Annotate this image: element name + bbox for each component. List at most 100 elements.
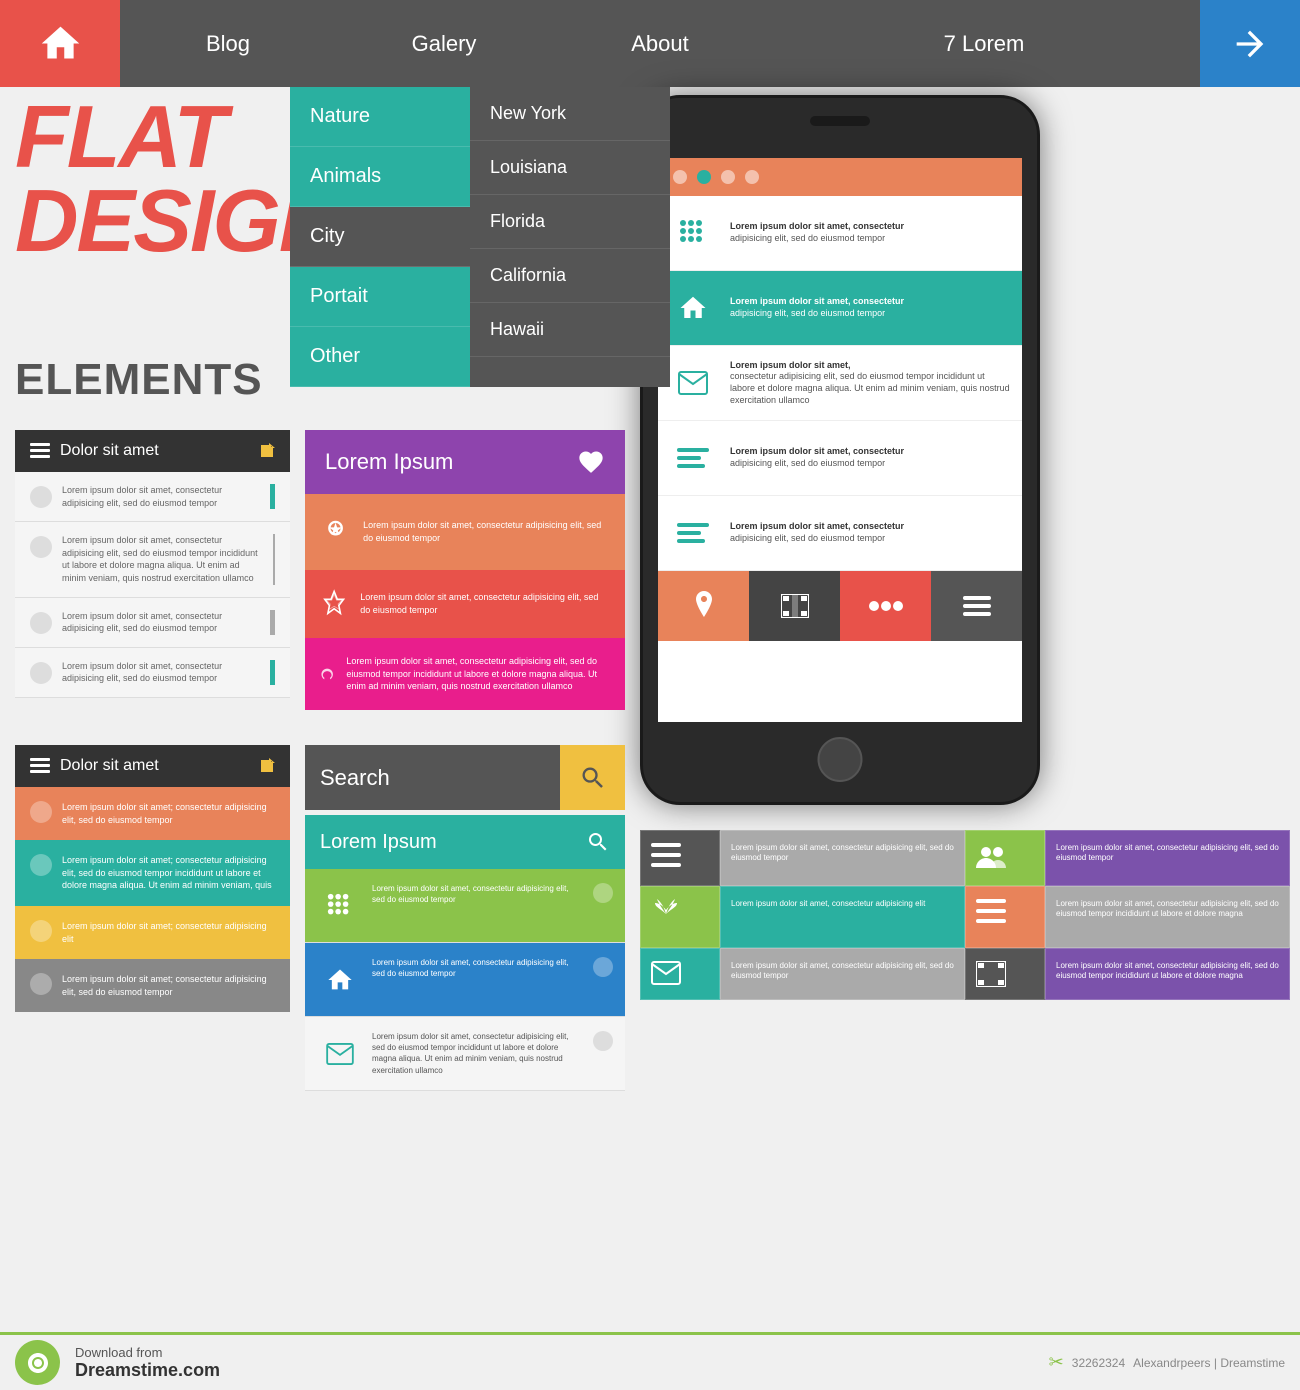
dd-animals[interactable]: Animals bbox=[290, 147, 470, 207]
phone-text-3: Lorem ipsum dolor sit amet, consectetur … bbox=[730, 360, 1012, 407]
grid-cell-icon-menu bbox=[640, 830, 720, 886]
grid-row-3: Lorem ipsum dolor sit amet, consectetur … bbox=[640, 948, 1290, 1000]
phone-header bbox=[658, 158, 1022, 196]
panel2-text-1: Lorem ipsum dolor sit amet; consectetur … bbox=[62, 801, 275, 826]
phone-list-item-3: Lorem ipsum dolor sit amet, consectetur … bbox=[658, 346, 1022, 421]
dd-newyork[interactable]: New York bbox=[470, 87, 670, 141]
panel1-text-3: Lorem ipsum dolor sit amet, consectetur … bbox=[62, 610, 260, 635]
panel1-header: Dolor sit amet bbox=[15, 430, 290, 472]
nav-arrow-button[interactable] bbox=[1200, 0, 1300, 87]
mp2-icon-home bbox=[317, 957, 362, 1002]
panel1-text-1: Lorem ipsum dolor sit amet, consectetur … bbox=[62, 484, 260, 509]
dd-hawaii[interactable]: Hawaii bbox=[470, 303, 670, 357]
dd-nature[interactable]: Nature bbox=[290, 87, 470, 147]
phone-text-4: Lorem ipsum dolor sit amet, consectetur … bbox=[730, 446, 904, 469]
phone-icon-dots bbox=[668, 208, 718, 258]
phone-camera bbox=[810, 116, 870, 126]
scissors-icon: ✂ bbox=[1049, 1352, 1064, 1373]
mp2-icon-dots bbox=[317, 883, 362, 928]
panel2-item-3: Lorem ipsum dolor sit amet; consectetur … bbox=[15, 906, 290, 959]
panel1-item-1: Lorem ipsum dolor sit amet, consectetur … bbox=[15, 472, 290, 522]
dreamstime-text: Download from Dreamstime.com bbox=[75, 1345, 220, 1381]
panel2-circle-1 bbox=[30, 801, 52, 823]
grid-cell-icon-menu2 bbox=[965, 886, 1045, 948]
dd-louisiana[interactable]: Louisiana bbox=[470, 141, 670, 195]
panel2-header: Dolor sit amet bbox=[15, 745, 290, 787]
phone-text-2: Lorem ipsum dolor sit amet, consectetur … bbox=[730, 296, 904, 319]
mid-panel-2: Lorem Ipsum Lorem ipsum dolor sit amet, … bbox=[305, 815, 625, 1091]
panel1-item-3: Lorem ipsum dolor sit amet, consectetur … bbox=[15, 598, 290, 648]
panel1-bar-2 bbox=[273, 534, 275, 584]
panel1-bar-3 bbox=[270, 610, 275, 635]
nav-home-button[interactable] bbox=[0, 0, 120, 87]
dropdown-col2: New York Louisiana Florida California Ha… bbox=[470, 87, 670, 387]
mp2-header: Lorem Ipsum bbox=[305, 815, 625, 869]
left-panel-1: Dolor sit amet Lorem ipsum dolor sit ame… bbox=[15, 430, 290, 698]
phone-list-item-2: Lorem ipsum dolor sit amet, consectetur … bbox=[658, 271, 1022, 346]
card-orange-text: Lorem ipsum dolor sit amet, consectetur … bbox=[363, 519, 610, 544]
dropdown-menu: Nature Animals City Portait Other New Yo… bbox=[290, 87, 670, 387]
card-red-text: Lorem ipsum dolor sit amet, consectetur … bbox=[360, 591, 610, 616]
search-button[interactable] bbox=[560, 745, 625, 810]
panel1-bar-4 bbox=[270, 660, 275, 685]
mp2-title: Lorem Ipsum bbox=[320, 831, 586, 854]
dd-portait[interactable]: Portait bbox=[290, 267, 470, 327]
phone-footer bbox=[658, 571, 1022, 641]
panel2-circle-4 bbox=[30, 973, 52, 995]
panel1-title: Dolor sit amet bbox=[60, 442, 249, 460]
search-input[interactable]: Search bbox=[305, 745, 560, 811]
flat-subtitle: ELEMENTS bbox=[15, 355, 263, 405]
nav-lorem[interactable]: 7 Lorem bbox=[768, 0, 1200, 87]
grid-cell-text-6: Lorem ipsum dolor sit amet, consectetur … bbox=[1045, 948, 1290, 1000]
phone-icon-home bbox=[668, 283, 718, 333]
mp2-item-1: Lorem ipsum dolor sit amet, consectetur … bbox=[305, 869, 625, 943]
dd-city[interactable]: City bbox=[290, 207, 470, 267]
phone-list-item-4: Lorem ipsum dolor sit amet, consectetur … bbox=[658, 421, 1022, 496]
phone-icon-lines2 bbox=[668, 508, 718, 558]
dreamstime-id: ✂ 32262324 Alexandrpeers | Dreamstime bbox=[1049, 1352, 1285, 1373]
mp2-item-2: Lorem ipsum dolor sit amet, consectetur … bbox=[305, 943, 625, 1017]
nav-blog[interactable]: Blog bbox=[120, 0, 336, 87]
phone-footer-menu bbox=[931, 571, 1022, 641]
panel1-text-4: Lorem ipsum dolor sit amet, consectetur … bbox=[62, 660, 260, 685]
panel2-text-4: Lorem ipsum dolor sit amet; consectetur … bbox=[62, 973, 275, 998]
nav-gallery[interactable]: Galery bbox=[336, 0, 552, 87]
mp2-circle-1 bbox=[593, 883, 613, 903]
grid-cell-icon-film bbox=[965, 948, 1045, 1000]
dd-other[interactable]: Other bbox=[290, 327, 470, 387]
grid-cell-text-5: Lorem ipsum dolor sit amet, consectetur … bbox=[720, 948, 965, 1000]
phone-text-5: Lorem ipsum dolor sit amet, consectetur … bbox=[730, 521, 904, 544]
phone-list-item-5: Lorem ipsum dolor sit amet, consectetur … bbox=[658, 496, 1022, 571]
phone-dot-1 bbox=[673, 170, 687, 184]
dd-florida[interactable]: Florida bbox=[470, 195, 670, 249]
dd-california[interactable]: California bbox=[470, 249, 670, 303]
mp2-circle-3 bbox=[593, 1031, 613, 1051]
phone-icon-lines1 bbox=[668, 433, 718, 483]
left-panel-2: Dolor sit amet Lorem ipsum dolor sit ame… bbox=[15, 745, 290, 1012]
phone-home-button[interactable] bbox=[818, 737, 863, 782]
phone-dot-2 bbox=[697, 170, 711, 184]
navbar: Blog Galery About 7 Lorem bbox=[0, 0, 1300, 87]
panel1-circle-3 bbox=[30, 612, 52, 634]
dropdown-col1: Nature Animals City Portait Other bbox=[290, 87, 470, 387]
panel2-item-1: Lorem ipsum dolor sit amet; consectetur … bbox=[15, 787, 290, 840]
panel2-circle-3 bbox=[30, 920, 52, 942]
nav-about[interactable]: About bbox=[552, 0, 768, 87]
phone-text-1: Lorem ipsum dolor sit amet, consectetur … bbox=[730, 221, 904, 244]
panel2-text-3: Lorem ipsum dolor sit amet; consectetur … bbox=[62, 920, 275, 945]
grid-cell-text-4: Lorem ipsum dolor sit amet, consectetur … bbox=[1045, 886, 1290, 948]
mid-cards: Lorem Ipsum Lorem ipsum dolor sit amet, … bbox=[305, 430, 625, 710]
grid-cell-text-3: Lorem ipsum dolor sit amet, consectetur … bbox=[720, 886, 965, 948]
panel1-bar-1 bbox=[270, 484, 275, 509]
panel1-text-2: Lorem ipsum dolor sit amet, consectetur … bbox=[62, 534, 263, 584]
phone-dot-3 bbox=[721, 170, 735, 184]
panel2-title: Dolor sit amet bbox=[60, 757, 249, 775]
phone-footer-film bbox=[749, 571, 840, 641]
grid-row-1: Lorem ipsum dolor sit amet, consectetur … bbox=[640, 830, 1290, 886]
panel2-circle-2 bbox=[30, 854, 52, 876]
panel2-item-2: Lorem ipsum dolor sit amet; consectetur … bbox=[15, 840, 290, 906]
card-pink: Lorem ipsum dolor sit amet, consectetur … bbox=[305, 638, 625, 710]
panel1-item-2: Lorem ipsum dolor sit amet, consectetur … bbox=[15, 522, 290, 597]
mp2-item-3: Lorem ipsum dolor sit amet, consectetur … bbox=[305, 1017, 625, 1091]
mp2-text-2: Lorem ipsum dolor sit amet, consectetur … bbox=[372, 957, 583, 979]
